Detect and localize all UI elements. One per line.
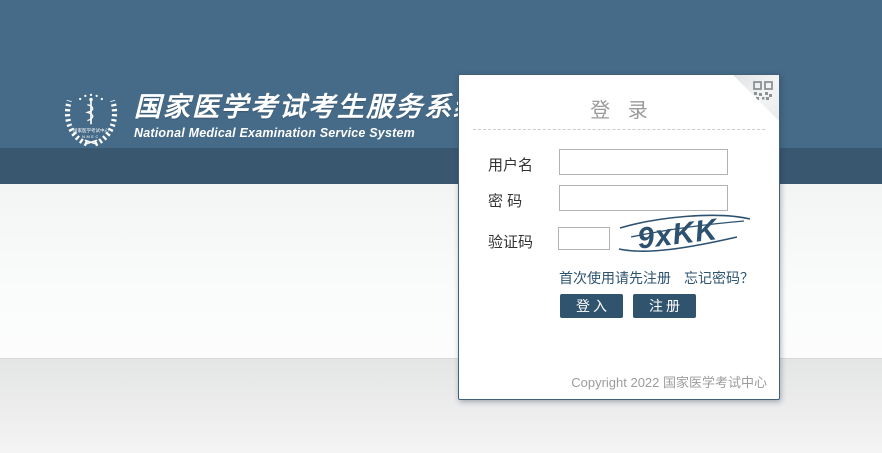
copyright-text: Copyright 2022 国家医学考试中心 — [571, 372, 767, 391]
links-row: 首次使用请先注册忘记密码？ — [559, 268, 754, 288]
register-hint-link[interactable]: 首次使用请先注册 — [559, 270, 671, 286]
site-subtitle: National Medical Examination Service Sys… — [134, 126, 482, 140]
title-divider — [473, 129, 765, 130]
login-panel: 登 录 用户名 密 码 验证码 9xKK 首次使用请先注册忘记密码？ 登入 注册… — [458, 74, 780, 400]
captcha-text: 9xKK — [636, 213, 721, 256]
nmec-emblem-icon: 国家医学考试中心 NMEC — [58, 83, 124, 149]
brand-text: 国家医学考试考生服务系统 National Medical Examinatio… — [134, 92, 482, 139]
emblem-center-text: 国家医学考试中心 — [73, 127, 110, 134]
login-button[interactable]: 登入 — [560, 294, 623, 318]
site-title: 国家医学考试考生服务系统 — [134, 92, 482, 123]
emblem-acronym: NMEC — [82, 134, 100, 139]
username-input[interactable] — [559, 149, 728, 175]
captcha-image[interactable]: 9xKK — [617, 206, 753, 258]
captcha-label: 验证码 — [488, 231, 533, 252]
login-title: 登 录 — [459, 94, 779, 123]
password-label: 密 码 — [488, 190, 522, 211]
forgot-password-link[interactable]: 忘记密码？ — [684, 270, 754, 286]
page: 国家医学考试中心 NMEC 国家医学考试考生服务系统 National Medi… — [0, 0, 882, 453]
captcha-input[interactable] — [558, 227, 610, 250]
username-label: 用户名 — [488, 154, 533, 175]
register-button[interactable]: 注册 — [633, 294, 696, 318]
brand: 国家医学考试中心 NMEC 国家医学考试考生服务系统 National Medi… — [58, 83, 482, 149]
